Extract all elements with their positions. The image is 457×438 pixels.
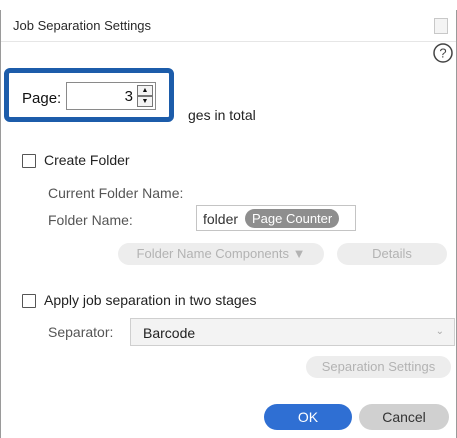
background-window-strip [0, 0, 457, 10]
title-bar: Job Separation Settings [1, 10, 456, 42]
close-icon[interactable] [434, 18, 448, 34]
question-circle-icon[interactable]: ? [432, 42, 454, 64]
triangle-down-icon[interactable]: ▼ [137, 96, 153, 107]
separator-value: Barcode [143, 325, 196, 341]
chevron-down-icon: ⌄ [435, 326, 444, 337]
svg-text:?: ? [439, 46, 446, 61]
triangle-up-icon[interactable]: ▲ [137, 85, 153, 96]
two-stage-checkbox[interactable] [22, 294, 36, 308]
page-spinner-highlight: Page: 3 ▲ ▼ [4, 68, 174, 122]
ok-button[interactable]: OK [264, 404, 352, 430]
page-spinner-value: 3 [124, 88, 133, 105]
separation-settings-button[interactable]: Separation Settings [306, 356, 451, 378]
cancel-button[interactable]: Cancel [359, 404, 449, 430]
create-folder-checkbox[interactable] [22, 154, 36, 168]
dialog-title: Job Separation Settings [13, 18, 152, 33]
spinner-buttons: ▲ ▼ [137, 85, 153, 107]
page-counter-token[interactable]: Page Counter [245, 209, 340, 228]
separator-select[interactable]: Barcode ⌄ [130, 318, 455, 346]
create-folder-label: Create Folder [44, 152, 130, 168]
folder-name-text: folder [203, 211, 239, 227]
folder-name-components-button[interactable]: Folder Name Components ▼ [118, 243, 324, 265]
details-button[interactable]: Details [337, 243, 447, 265]
pages-in-total-label: ges in total [188, 107, 256, 123]
page-spinner-input[interactable]: 3 ▲ ▼ [66, 82, 156, 110]
two-stage-label: Apply job separation in two stages [44, 292, 257, 308]
separator-label: Separator: [48, 324, 114, 340]
current-folder-name-label: Current Folder Name: [48, 185, 184, 201]
folder-name-input[interactable]: folder Page Counter [196, 205, 356, 231]
folder-name-label: Folder Name: [48, 212, 133, 228]
page-label: Page: [22, 90, 62, 107]
